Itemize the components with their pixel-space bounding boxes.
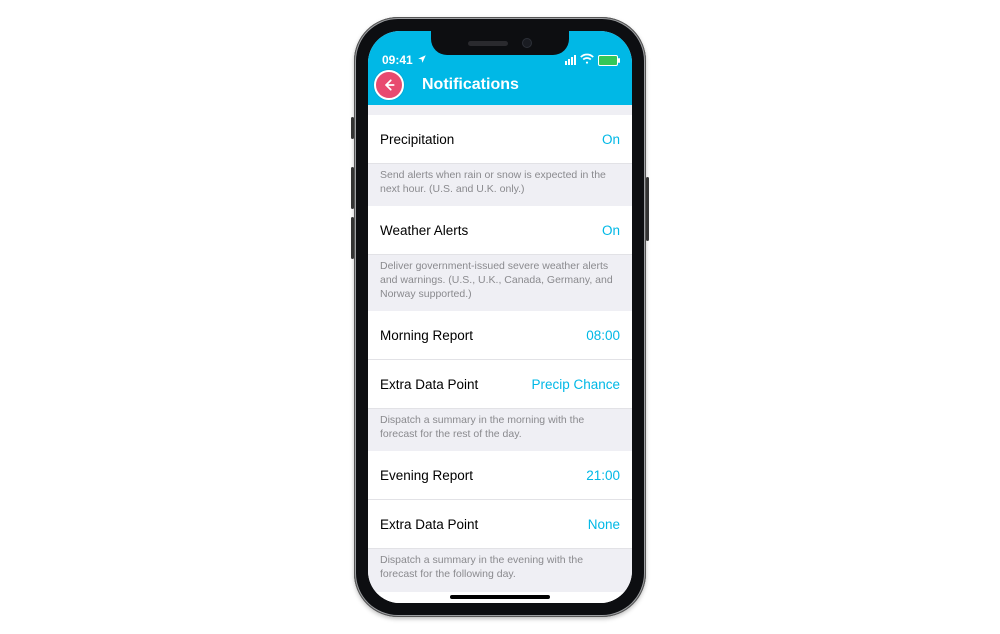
nav-title: Notifications: [422, 76, 519, 94]
settings-list[interactable]: Precipitation On Send alerts when rain o…: [368, 105, 632, 603]
notch: [431, 31, 569, 55]
section-footer: Deliver government-issued severe weather…: [368, 255, 632, 311]
row-label: Morning Report: [380, 328, 473, 343]
row-label: Evening Report: [380, 468, 473, 483]
earpiece: [468, 41, 508, 46]
section-footer: Dispatch a summary in the morning with t…: [368, 409, 632, 451]
row-value: 08:00: [586, 328, 620, 343]
section-footer: Send alerts when rain or snow is expecte…: [368, 164, 632, 206]
row-morning-extra-data-point[interactable]: Extra Data Point Precip Chance: [368, 360, 632, 409]
row-evening-report[interactable]: Evening Report 21:00: [368, 451, 632, 500]
volume-up-button: [351, 167, 354, 209]
side-button: [646, 177, 649, 241]
row-value: On: [602, 132, 620, 147]
row-precipitation[interactable]: Precipitation On: [368, 115, 632, 164]
row-label: Extra Data Point: [380, 377, 478, 392]
mute-switch: [351, 117, 354, 139]
volume-down-button: [351, 217, 354, 259]
battery-icon: [598, 55, 618, 66]
phone-frame: 09:41: [354, 17, 646, 617]
row-weather-alerts[interactable]: Weather Alerts On: [368, 206, 632, 255]
location-icon: [417, 53, 427, 67]
row-label: Precipitation: [380, 132, 454, 147]
status-time: 09:41: [382, 53, 413, 67]
nav-bar: Notifications: [368, 69, 632, 105]
front-camera: [522, 38, 532, 48]
screen: 09:41: [368, 31, 632, 603]
row-value: On: [602, 223, 620, 238]
row-value: None: [588, 517, 620, 532]
wifi-icon: [580, 53, 594, 67]
back-button[interactable]: [374, 70, 404, 100]
row-label: Extra Data Point: [380, 517, 478, 532]
home-indicator[interactable]: [450, 595, 550, 599]
row-label: Weather Alerts: [380, 223, 468, 238]
row-morning-report[interactable]: Morning Report 08:00: [368, 311, 632, 360]
section-footer: Dispatch a summary in the evening with t…: [368, 549, 632, 591]
row-value: Precip Chance: [531, 377, 620, 392]
cellular-icon: [565, 55, 576, 65]
row-evening-extra-data-point[interactable]: Extra Data Point None: [368, 500, 632, 549]
row-value: 21:00: [586, 468, 620, 483]
